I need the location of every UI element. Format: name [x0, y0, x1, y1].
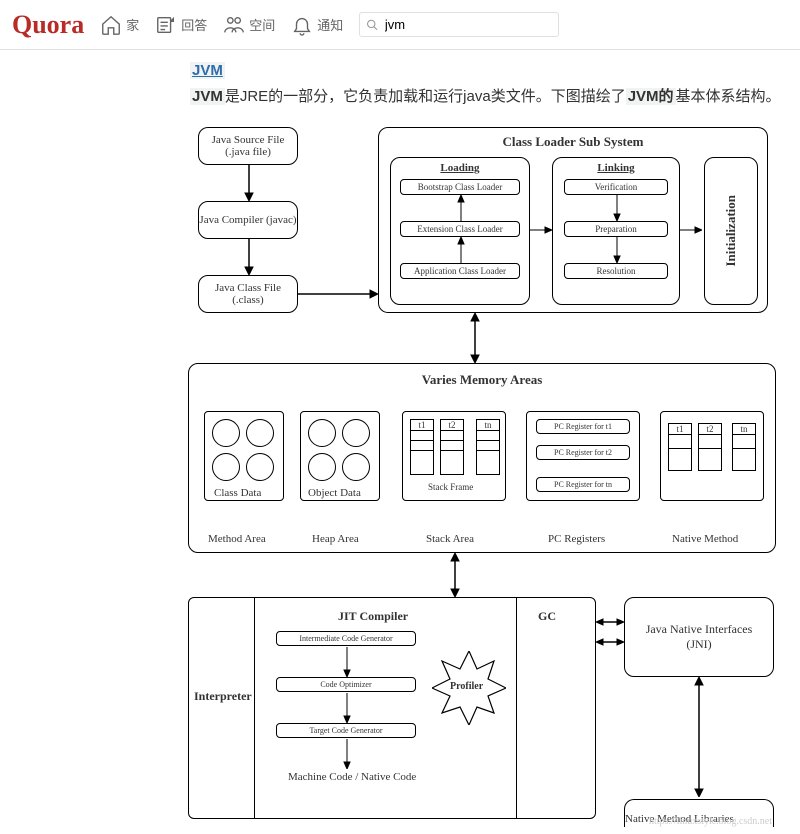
nav-spaces[interactable]: 空间 [223, 14, 275, 36]
circle-2 [246, 419, 274, 447]
lbl-native: Native Method [672, 533, 738, 545]
circle-6 [342, 419, 370, 447]
box-boot: Bootstrap Class Loader [400, 179, 520, 195]
answer-content: JVM JVM是JRE的一部分，它负责加载和运行java类文件。下图描绘了JVM… [0, 50, 800, 109]
top-header: Quora 家 回答 空间 通知 [0, 0, 800, 50]
text-part2: 基本体系结构。 [676, 88, 781, 105]
box-prep: Preparation [564, 221, 668, 237]
box-verif: Verification [564, 179, 668, 195]
lbl-method-area: Method Area [208, 533, 266, 545]
box-tcg: Target Code Generator [276, 723, 416, 738]
lbl-interpreter: Interpreter [194, 689, 252, 704]
native-tn: tn [732, 423, 756, 471]
watermark: https://linuxstyle.blog.csdn.net [649, 816, 772, 827]
box-opt: Code Optimizer [276, 677, 416, 692]
lbl-class-data: Class Data [214, 487, 261, 499]
spaces-icon [223, 14, 245, 36]
nav-home[interactable]: 家 [100, 14, 139, 36]
classloader-title: Class Loader Sub System [385, 134, 761, 150]
search-box[interactable] [359, 12, 559, 37]
box-app: Application Class Loader [400, 263, 520, 279]
box-icg: Intermediate Code Generator [276, 631, 416, 646]
box-jni: Java Native Interfaces (JNI) [624, 597, 774, 677]
lbl-gc: GC [538, 609, 556, 624]
bold-jvm1: JVM [192, 88, 223, 105]
init-label: Initialization [723, 195, 739, 267]
lbl-pc: PC Registers [548, 533, 605, 545]
stack-t1: t1 [410, 419, 434, 475]
lbl-stack-frame: Stack Frame [428, 482, 473, 492]
lbl-jit: JIT Compiler [338, 609, 408, 624]
box-compiler: Java Compiler (javac) [198, 201, 298, 239]
nav-answer[interactable]: 回答 [155, 14, 207, 36]
lbl-machine: Machine Code / Native Code [288, 771, 416, 783]
circle-8 [342, 453, 370, 481]
search-input[interactable] [385, 17, 552, 32]
bold-jvm2: JVM的 [628, 88, 674, 105]
nav-notify-label: 通知 [317, 15, 343, 34]
box-pc2: PC Register for t2 [536, 445, 630, 460]
stack-t2: t2 [440, 419, 464, 475]
box-resol: Resolution [564, 263, 668, 279]
box-init: Initialization [704, 157, 758, 305]
native-t1: t1 [668, 423, 692, 471]
jvm-diagram: Java Source File (.java file) Java Compi… [188, 119, 778, 829]
nav-home-label: 家 [126, 15, 139, 34]
nav-spaces-label: 空间 [249, 15, 275, 34]
search-icon [366, 18, 379, 32]
home-icon [100, 14, 122, 36]
lbl-heap-area: Heap Area [312, 533, 359, 545]
nav-notify[interactable]: 通知 [291, 14, 343, 36]
box-class-file: Java Class File (.class) [198, 275, 298, 313]
box-pc1: PC Register for t1 [536, 419, 630, 434]
loading-title: Loading [440, 162, 479, 174]
lbl-stack-area: Stack Area [426, 533, 474, 545]
circle-4 [246, 453, 274, 481]
native-t2: t2 [698, 423, 722, 471]
circle-1 [212, 419, 240, 447]
box-pcn: PC Register for tn [536, 477, 630, 492]
circle-7 [308, 453, 336, 481]
quora-logo[interactable]: Quora [12, 10, 84, 40]
lbl-object-data: Object Data [308, 487, 361, 499]
mem-title: Varies Memory Areas [422, 372, 543, 388]
lbl-profiler: Profiler [450, 681, 483, 692]
nav-answer-label: 回答 [181, 15, 207, 34]
circle-5 [308, 419, 336, 447]
answer-icon [155, 14, 177, 36]
linking-title: Linking [597, 162, 634, 174]
answer-body: JVM是JRE的一部分，它负责加载和运行java类文件。下图描绘了JVM的基本体… [190, 85, 800, 109]
divider-2 [516, 597, 517, 819]
circle-3 [212, 453, 240, 481]
box-ext: Extension Class Loader [400, 221, 520, 237]
box-source-file: Java Source File (.java file) [198, 127, 298, 165]
answer-title-link[interactable]: JVM [190, 62, 225, 79]
bell-icon [291, 14, 313, 36]
stack-tn: tn [476, 419, 500, 475]
divider-1 [254, 597, 255, 819]
text-part1: 是JRE的一部分，它负责加载和运行java类文件。下图描绘了 [225, 88, 626, 105]
